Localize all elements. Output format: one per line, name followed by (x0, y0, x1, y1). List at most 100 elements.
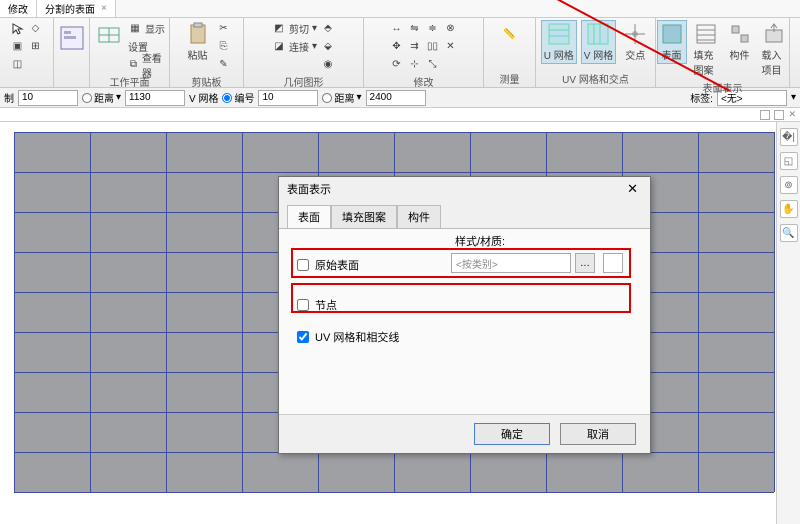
tab-modify[interactable]: 修改 (0, 0, 37, 17)
geo-b[interactable]: ⬙ (321, 38, 335, 55)
viewer-button[interactable]: ⧉查看器 (128, 56, 165, 73)
filter-tool[interactable]: ▣ (11, 38, 25, 55)
v-grid-button[interactable]: V 网格 (581, 20, 616, 64)
copy-clip[interactable]: ⎘ (217, 38, 231, 55)
distance1-radio-input[interactable] (82, 93, 92, 103)
cut-label: 剪切 (289, 21, 309, 36)
mirror-icon: ⇋ (408, 22, 422, 36)
panel-measure: 📏 测量 (484, 18, 536, 87)
pick-icon: ◫ (11, 58, 25, 72)
distance1-radio[interactable]: 距离▾ (82, 90, 121, 105)
tab-surface[interactable]: 表面 (287, 205, 331, 228)
surface-load-button[interactable]: 载入项目 (759, 20, 789, 79)
numbered-radio[interactable]: 编号 (222, 90, 254, 105)
delete-icon: ✕ (444, 40, 458, 54)
tab-split-surface[interactable]: 分割的表面 × (37, 0, 116, 17)
nav-home[interactable]: �| (780, 128, 798, 146)
distance2-input[interactable] (366, 90, 426, 106)
surface-fill-button[interactable]: 填充图案 (691, 20, 721, 79)
geo-a[interactable]: ⬘ (321, 20, 335, 37)
close-icon[interactable]: ✕ (623, 181, 642, 197)
v-grid-label: V 网格 (584, 47, 613, 62)
mod-11[interactable]: ✕ (444, 38, 458, 55)
match-clip[interactable]: ✎ (217, 56, 231, 73)
distance1-input[interactable] (125, 90, 185, 106)
original-surface-checkbox[interactable] (297, 259, 309, 271)
mod-10[interactable]: ⊗ (444, 20, 458, 37)
cut-button[interactable]: ◩剪切▾ (272, 20, 317, 37)
panel-properties (54, 18, 90, 87)
original-surface-label: 原始表面 (315, 257, 359, 273)
panel-mod-label: 修改 (368, 73, 479, 90)
paste-button[interactable]: 粘贴 (183, 20, 213, 64)
dialog-tabs: 表面 填充图案 构件 (279, 201, 650, 229)
mod-8[interactable]: ▯▯ (426, 38, 440, 55)
panel-select: ▣ ◫ ◇ ⊞ (0, 18, 54, 87)
tab-component[interactable]: 构件 (397, 205, 441, 228)
nav-cube[interactable]: ◱ (780, 152, 798, 170)
work-plane-button[interactable] (94, 20, 124, 49)
cancel-button[interactable]: 取消 (560, 423, 636, 445)
tool-a[interactable]: ◇ (29, 20, 43, 37)
scissors-icon: ✂ (217, 22, 231, 36)
nav-zoom[interactable]: 🔍 (780, 224, 798, 242)
numbered-radio-input[interactable] (222, 93, 232, 103)
nav-wheel[interactable]: ⊚ (780, 176, 798, 194)
close-icon[interactable]: × (101, 3, 107, 14)
cut-clip[interactable]: ✂ (217, 20, 231, 37)
v-grid-icon (586, 22, 610, 46)
close-icon[interactable]: ✕ (788, 109, 796, 120)
number-input-1[interactable] (18, 90, 78, 106)
number-input-2[interactable] (258, 90, 318, 106)
select-tool[interactable] (11, 20, 25, 37)
mod-5[interactable]: ⇉ (408, 38, 422, 55)
mod-1[interactable]: ↔ (390, 20, 404, 37)
u-grid-button[interactable]: U 网格 (541, 20, 577, 64)
show-button[interactable]: ▦显示 (128, 20, 165, 37)
cancel-label: 取消 (587, 429, 609, 441)
tab-surface-label: 表面 (298, 212, 320, 224)
properties-button[interactable] (53, 20, 91, 57)
material-input[interactable] (451, 253, 571, 273)
mod-6[interactable]: ⊹ (408, 56, 422, 73)
intersect-button[interactable]: 交点 (620, 20, 650, 64)
move-icon: ✥ (390, 40, 404, 54)
chevron-down-icon: ▾ (312, 23, 317, 34)
mod-3[interactable]: ⟳ (390, 56, 404, 73)
paste-label: 粘贴 (188, 47, 208, 62)
mod-2[interactable]: ✥ (390, 38, 404, 55)
panel-meas-label: 测量 (488, 70, 531, 87)
copy-icon: ⎘ (217, 40, 231, 54)
align-icon: ↔ (390, 22, 404, 36)
uv-lines-checkbox[interactable] (297, 331, 309, 343)
meta-btn-2[interactable] (774, 110, 784, 120)
pick-tool[interactable]: ◫ (11, 56, 25, 73)
nav-pan[interactable]: ✋ (780, 200, 798, 218)
distance2-radio[interactable]: 距离▾ (322, 90, 361, 105)
mod-7[interactable]: ≑ (426, 20, 440, 37)
chevron-down-icon: ▾ (116, 92, 121, 103)
nodes-checkbox[interactable] (297, 299, 309, 311)
surface-face-button[interactable]: 表面 (657, 20, 687, 64)
panel-clip-label: 剪贴板 (174, 73, 239, 90)
material-browse-button[interactable]: … (575, 253, 595, 273)
panel-wp-label: 工作平面 (94, 73, 165, 90)
mod-9[interactable]: ⤡ (426, 56, 440, 73)
ok-button[interactable]: 确定 (474, 423, 550, 445)
panel-clipboard: 粘贴 ✂ ⎘ ✎ 剪贴板 (170, 18, 244, 87)
tab-fill[interactable]: 填充图案 (331, 205, 397, 228)
tool-b[interactable]: ⊞ (29, 38, 43, 55)
surface-comp-button[interactable]: 构件 (725, 20, 755, 64)
join-button[interactable]: ◪连接▾ (272, 38, 317, 55)
panel-select-label (4, 74, 49, 87)
meta-btn-1[interactable] (760, 110, 770, 120)
u-grid-label: U 网格 (544, 47, 574, 62)
dialog-title-bar[interactable]: 表面表示 ✕ (279, 177, 650, 201)
distance2-radio-input[interactable] (322, 93, 332, 103)
material-swatch[interactable] (603, 253, 623, 273)
zhi-label: 制 (4, 90, 14, 105)
geo-c[interactable]: ◉ (321, 56, 335, 73)
measure-button[interactable]: 📏 (495, 20, 525, 49)
cut-geo-icon: ◩ (272, 22, 286, 36)
mod-4[interactable]: ⇋ (408, 20, 422, 37)
